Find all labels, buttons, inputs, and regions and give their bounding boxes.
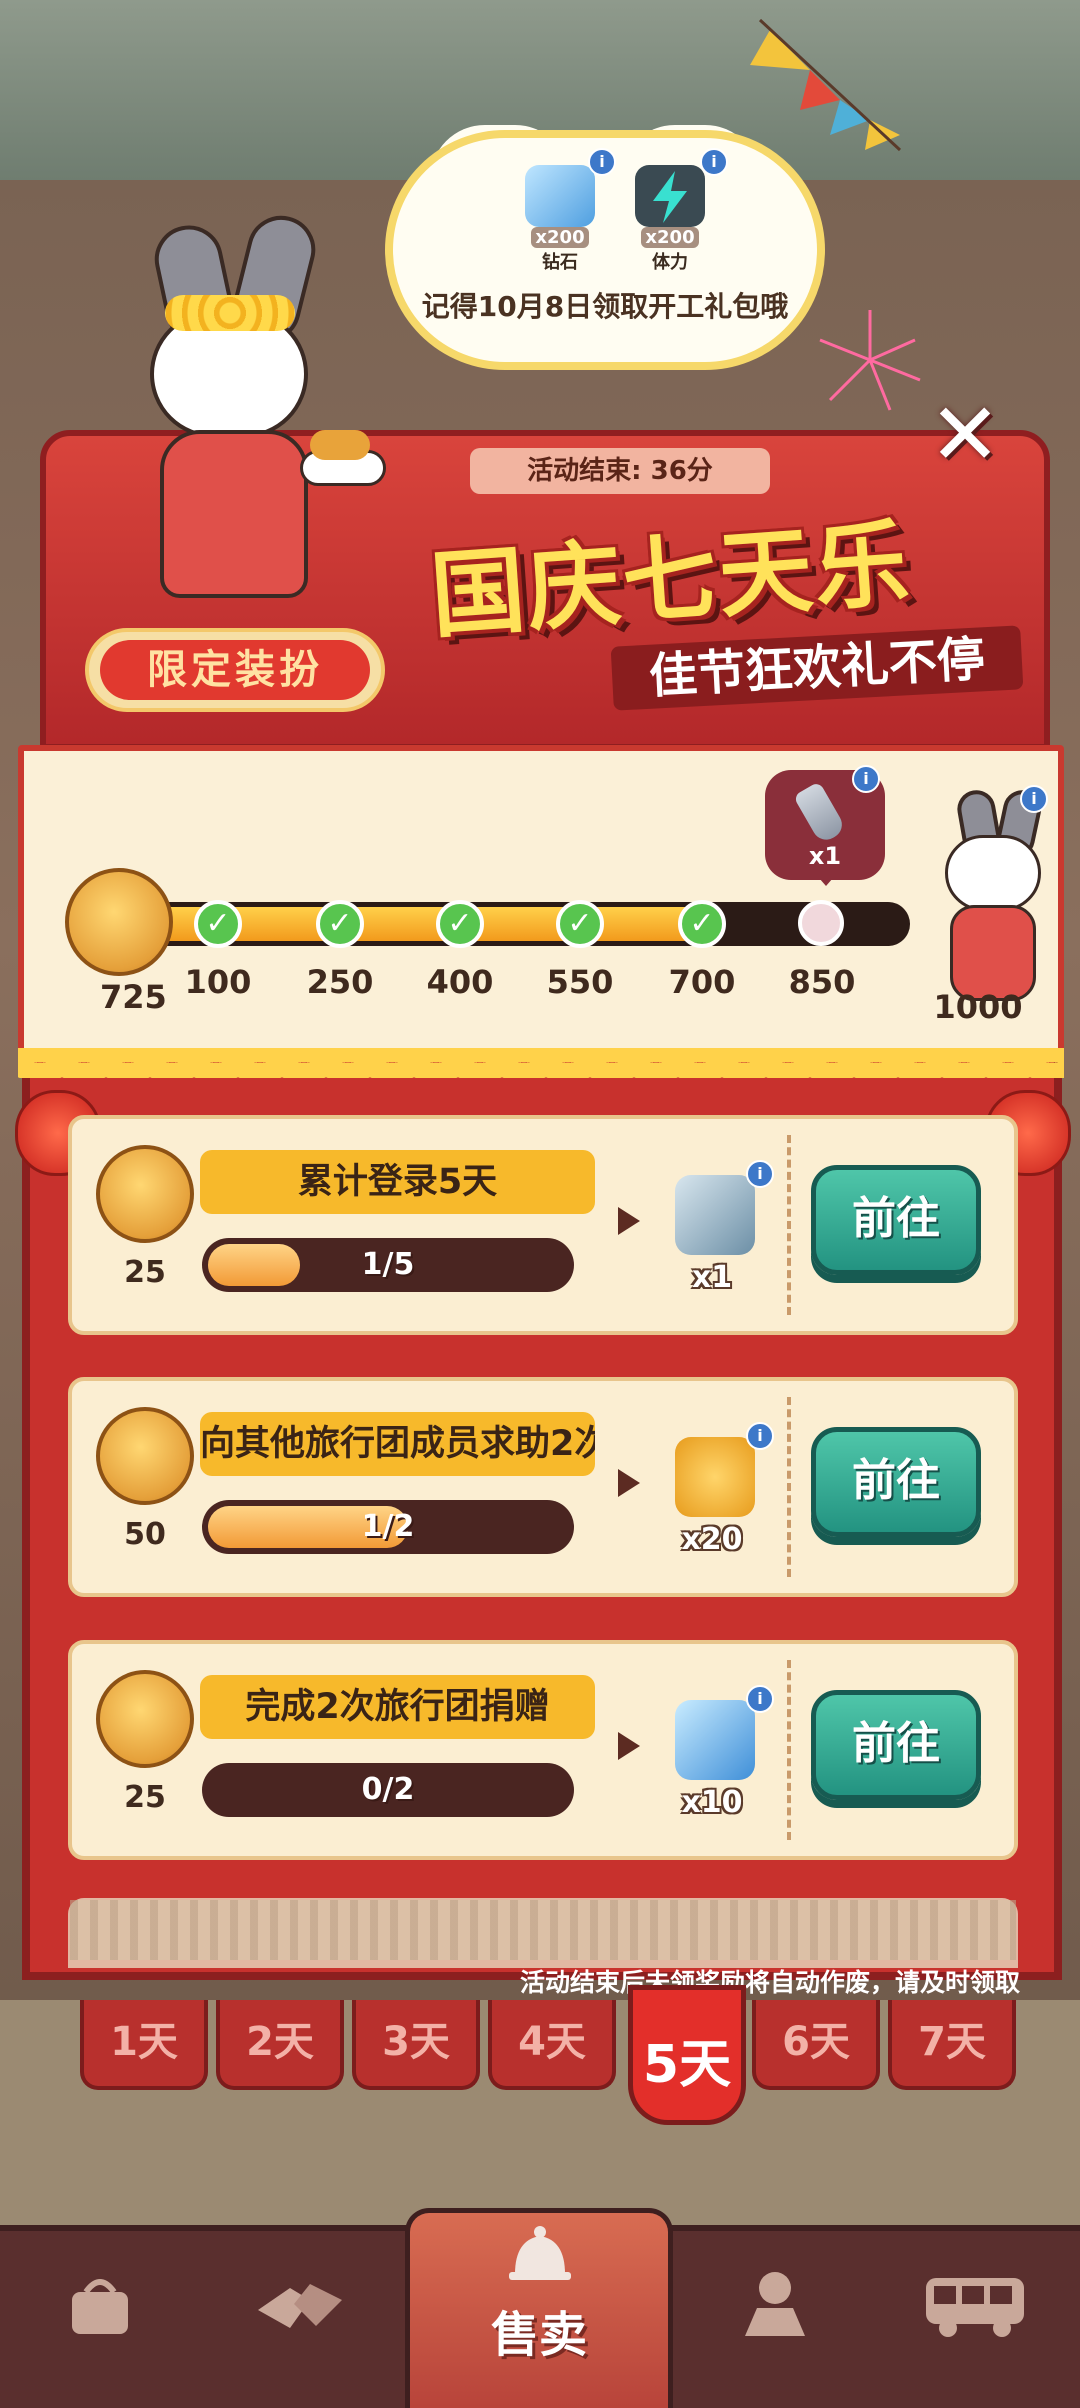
cloud-reward-label: 体力 <box>652 252 688 273</box>
task-points: 50 <box>124 1517 166 1552</box>
task-progress-text: 0/2 <box>361 1772 415 1807</box>
scallop-bar <box>18 1048 1064 1062</box>
info-icon[interactable]: i <box>746 1160 774 1188</box>
task-progress-text: 1/5 <box>361 1247 415 1282</box>
handshake-icon[interactable] <box>250 2270 342 2340</box>
map-person-icon[interactable] <box>730 2262 820 2336</box>
task-title: 完成2次旅行团捐赠 <box>200 1675 595 1739</box>
bus-icon[interactable] <box>920 2270 1024 2340</box>
partial-task-overlay <box>70 1900 1016 1960</box>
mooncake-icon <box>96 1407 194 1505</box>
bell-icon <box>509 2226 571 2280</box>
bag-icon[interactable] <box>55 2270 145 2340</box>
milestone-label: 100 <box>184 963 252 1001</box>
paw-coin-icon <box>675 1437 755 1517</box>
arrow-icon <box>618 1207 640 1235</box>
milestone-check-icon: ✓ <box>556 900 604 948</box>
go-button[interactable]: 前往 <box>811 1690 981 1800</box>
cloud-reward-label: 钻石 <box>542 252 578 273</box>
day-tab[interactable]: 2天 <box>216 2000 344 2090</box>
cloud-reward-qty: x200 <box>531 227 589 248</box>
info-icon[interactable]: i <box>700 148 728 176</box>
milestone-reward-qty: x1 <box>808 842 842 870</box>
nav-tab-sell-label: 售卖 <box>490 2307 587 2363</box>
day-tab-active[interactable]: 5天 <box>628 1985 746 2125</box>
info-icon[interactable]: i <box>746 1422 774 1450</box>
divider <box>787 1135 791 1315</box>
milestone-check-icon: ✓ <box>194 900 242 948</box>
diamond-icon <box>525 165 595 227</box>
battery-icon <box>675 1175 755 1255</box>
info-icon[interactable]: i <box>1020 785 1048 813</box>
day-tab[interactable]: 7天 <box>888 2000 1016 2090</box>
milestone-check-icon: ✓ <box>678 900 726 948</box>
milestone-label: 250 <box>306 963 374 1001</box>
arrow-icon <box>618 1469 640 1497</box>
mooncake-icon <box>96 1145 194 1243</box>
task-title: 向其他旅行团成员求助2次 <box>200 1412 595 1476</box>
go-button[interactable]: 前往 <box>811 1165 981 1275</box>
mooncake-points-icon <box>65 868 173 976</box>
reward-qty: x10 <box>681 1785 743 1820</box>
expiry-notice: 活动结束后未领奖励将自动作废，请及时领取 <box>519 1968 1020 1997</box>
final-reward-bunny-body <box>950 905 1036 1001</box>
milestone-label: 700 <box>668 963 736 1001</box>
task-points: 25 <box>124 1255 166 1290</box>
arrow-icon <box>618 1732 640 1760</box>
cloud-note: 记得10月8日领取开工礼包哦 <box>421 290 789 323</box>
flower-crown <box>165 295 295 331</box>
cloud-reward-energy[interactable]: x200 体力 <box>625 165 715 274</box>
mooncake-icon <box>310 430 370 460</box>
reward-qty: x20 <box>681 1522 743 1557</box>
info-icon[interactable]: i <box>588 148 616 176</box>
mooncake-icon <box>96 1670 194 1768</box>
final-reward-bunny[interactable] <box>945 835 1041 911</box>
task-title: 累计登录5天 <box>200 1150 595 1214</box>
reward-qty: x1 <box>691 1260 733 1295</box>
milestone-label: 850 <box>788 963 856 1001</box>
limited-outfit-button[interactable]: 限定装扮 <box>100 640 370 700</box>
info-icon[interactable]: i <box>746 1685 774 1713</box>
milestone-pending-node <box>798 900 844 946</box>
divider <box>787 1397 791 1577</box>
cloud-reward-qty: x200 <box>641 227 699 248</box>
milestone-label: 400 <box>426 963 494 1001</box>
go-button[interactable]: 前往 <box>811 1427 981 1537</box>
milestone-check-icon: ✓ <box>316 900 364 948</box>
cloud-reward-diamond[interactable]: x200 钻石 <box>515 165 605 274</box>
day-tab[interactable]: 1天 <box>80 2000 208 2090</box>
task-points: 25 <box>124 1780 166 1815</box>
milestone-check-icon: ✓ <box>436 900 484 948</box>
diamond-icon <box>675 1700 755 1780</box>
final-milestone-label: 1000 <box>933 988 1023 1026</box>
day-tab[interactable]: 3天 <box>352 2000 480 2090</box>
day-tab[interactable]: 4天 <box>488 2000 616 2090</box>
task-progress-text: 1/2 <box>361 1509 415 1544</box>
divider <box>787 1660 791 1840</box>
fireworks-decoration <box>819 310 921 411</box>
milestone-label: 550 <box>546 963 614 1001</box>
event-timer: 活动结束: 36分 <box>470 448 770 494</box>
total-points: 725 <box>100 978 167 1016</box>
info-icon[interactable]: i <box>852 765 880 793</box>
points-progress-panel <box>18 745 1064 1055</box>
bubble-tail <box>812 870 840 886</box>
bunny-body <box>160 430 308 598</box>
day-tab[interactable]: 6天 <box>752 2000 880 2090</box>
energy-bolt-icon <box>635 165 705 227</box>
